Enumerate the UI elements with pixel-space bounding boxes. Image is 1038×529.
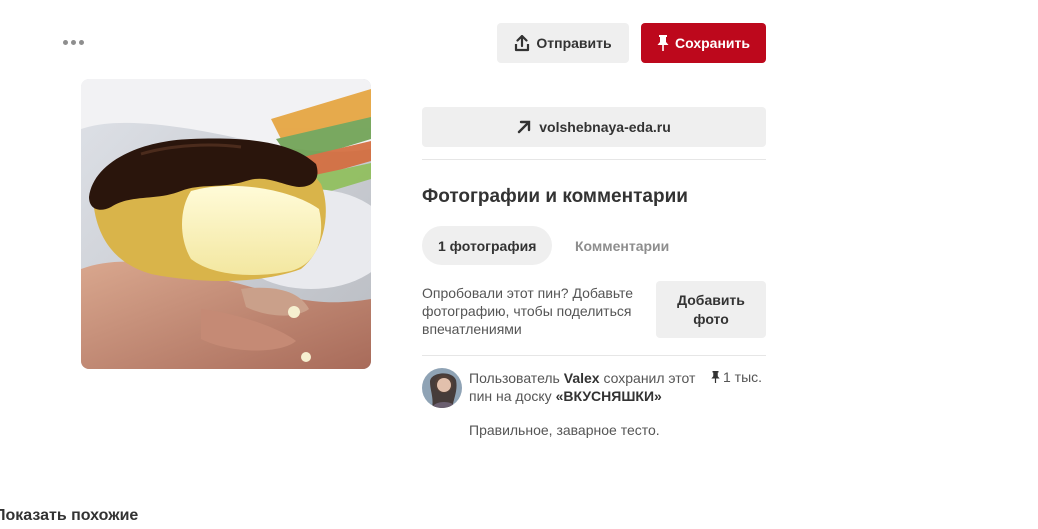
pin-image[interactable] — [81, 79, 371, 369]
source-link-button[interactable]: volshebnaya-eda.ru — [422, 107, 766, 147]
save-button[interactable]: Сохранить — [641, 23, 766, 63]
divider — [422, 355, 766, 356]
send-button[interactable]: Отправить — [497, 23, 629, 63]
activity-text: Пользователь Valex сохранил этот пин на … — [469, 370, 696, 404]
more-options-icon[interactable] — [63, 34, 87, 50]
save-button-label: Сохранить — [675, 35, 750, 51]
show-similar-link[interactable]: Показать похожие — [0, 507, 138, 525]
tab-comments[interactable]: Комментарии — [559, 226, 685, 265]
activity-user[interactable]: Valex — [564, 370, 600, 386]
divider — [422, 159, 766, 160]
pin-icon — [711, 371, 720, 383]
activity-board[interactable]: «ВКУСНЯШКИ» — [556, 388, 662, 404]
pin-description: Правильное, заварное тесто. — [469, 422, 660, 438]
add-photo-label-line2: фото — [693, 310, 729, 327]
send-button-label: Отправить — [536, 35, 612, 51]
source-domain: volshebnaya-eda.ru — [539, 119, 671, 135]
avatar[interactable] — [422, 368, 462, 408]
photos-comments-title: Фотографии и комментарии — [422, 186, 688, 207]
tab-photos[interactable]: 1 фотография — [422, 226, 553, 265]
save-count: 1 тыс. — [711, 369, 762, 385]
eclair-photo — [81, 79, 371, 369]
pin-icon — [657, 35, 669, 51]
arrow-up-right-icon — [518, 120, 531, 134]
share-upload-icon — [515, 34, 530, 51]
add-photo-label-line1: Добавить — [677, 291, 745, 308]
try-pin-prompt: Опробовали этот пин? Добавьте фотографию… — [422, 285, 634, 337]
add-photo-button[interactable]: Добавить фото — [656, 281, 766, 338]
